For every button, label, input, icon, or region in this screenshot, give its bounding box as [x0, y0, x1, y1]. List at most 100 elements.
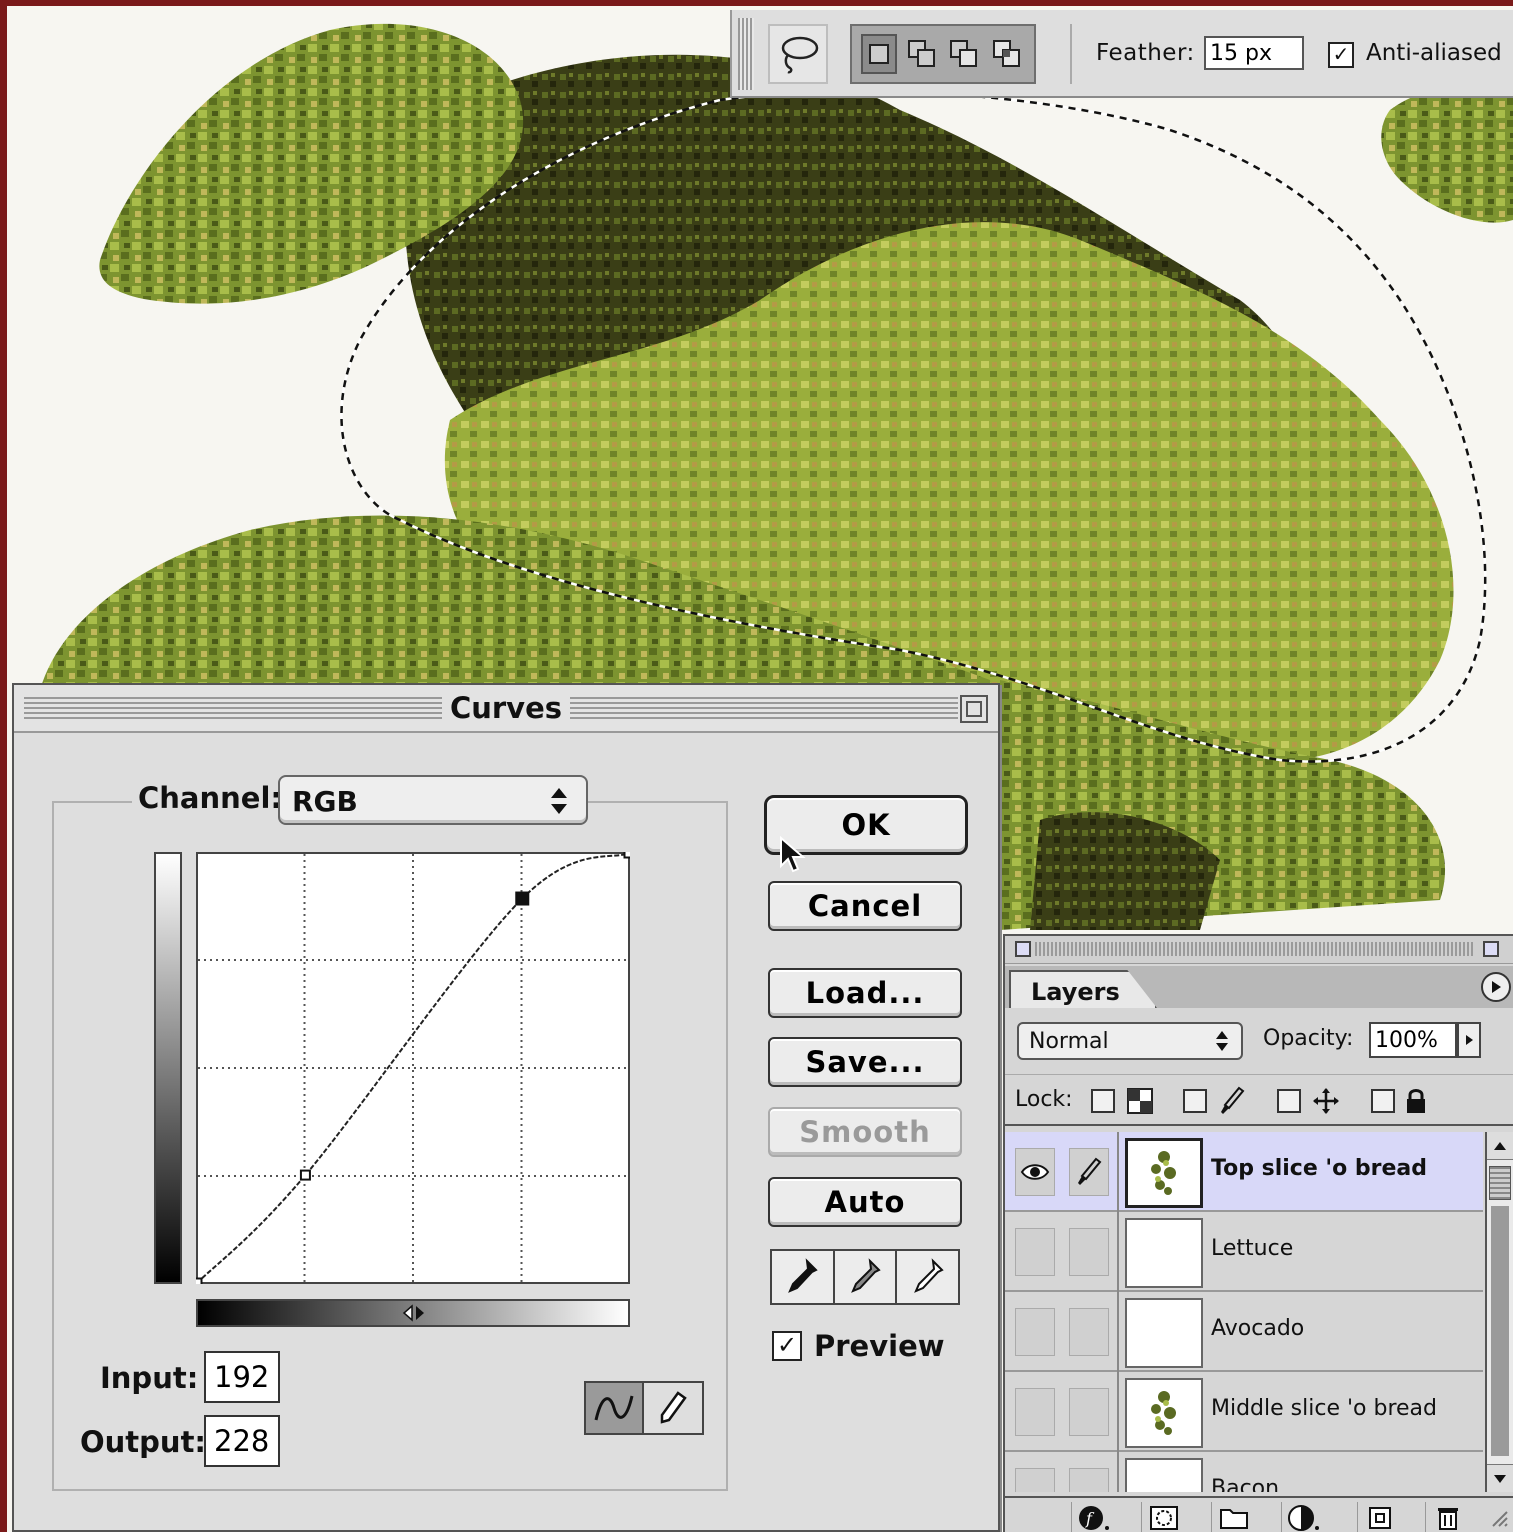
layer-visibility-toggle[interactable] — [1015, 1148, 1055, 1196]
output-value-field[interactable] — [204, 1415, 280, 1467]
new-selection-icon — [869, 44, 890, 64]
layer-visibility-toggle[interactable] — [1015, 1228, 1055, 1276]
layer-name: Top slice 'o bread — [1211, 1156, 1428, 1181]
left-right-arrows-icon — [402, 1304, 424, 1322]
layer-thumbnail[interactable] — [1125, 1218, 1203, 1288]
new-adjustment-layer-button[interactable] — [1281, 1502, 1325, 1532]
load-button[interactable]: Load... — [768, 968, 962, 1018]
opacity-slider-button[interactable] — [1457, 1022, 1481, 1058]
add-mask-button[interactable] — [1141, 1502, 1185, 1532]
intersect-selection-button[interactable] — [989, 34, 1025, 74]
up-arrow-icon — [1494, 1141, 1506, 1150]
layer-visibility-toggle[interactable] — [1015, 1388, 1055, 1436]
curve-control-point[interactable] — [515, 891, 530, 906]
down-arrow-icon — [1494, 1474, 1506, 1483]
layers-palette: Layers Normal Opacity: Lock: Top slice '… — [1003, 934, 1513, 1532]
layer-thumbnail[interactable] — [1125, 1298, 1203, 1368]
play-arrow-icon — [1466, 1035, 1473, 1045]
layers-palette-dragbar[interactable] — [1005, 936, 1513, 964]
antialiased-checkbox[interactable]: ✓ — [1328, 42, 1354, 68]
brush-icon — [1217, 1085, 1247, 1117]
curves-titlebar[interactable]: Curves — [14, 685, 998, 733]
zoom-box-icon[interactable] — [960, 695, 988, 723]
layer-thumbnail[interactable] — [1125, 1458, 1203, 1492]
auto-button[interactable]: Auto — [768, 1177, 962, 1227]
layer-link-toggle[interactable] — [1069, 1308, 1109, 1356]
new-layer-button[interactable] — [1357, 1502, 1401, 1532]
selection-mode-group — [850, 24, 1036, 84]
pencil-tool-button[interactable] — [644, 1383, 702, 1433]
output-gradient-ramp — [154, 852, 182, 1284]
layer-link-toggle[interactable] — [1069, 1228, 1109, 1276]
options-bar-grip[interactable] — [738, 18, 754, 90]
palette-menu-button[interactable] — [1481, 972, 1511, 1002]
layer-name: Lettuce — [1211, 1236, 1294, 1261]
add-to-selection-button[interactable] — [904, 34, 940, 74]
tool-options-bar: Feather: ✓ Anti-aliased — [730, 10, 1513, 98]
curve-control-point[interactable] — [299, 1169, 311, 1181]
layer-thumbnail[interactable] — [1125, 1138, 1203, 1208]
layer-row[interactable]: Avocado — [1005, 1292, 1483, 1372]
curve-point-tool-button[interactable] — [586, 1383, 644, 1433]
scroll-track[interactable] — [1491, 1206, 1509, 1456]
gray-point-eyedropper[interactable] — [834, 1251, 898, 1303]
curve-graph[interactable] — [196, 852, 630, 1284]
palette-collapse-icon[interactable] — [1483, 941, 1499, 957]
layer-row[interactable]: Lettuce — [1005, 1212, 1483, 1292]
curve-control-point[interactable] — [623, 852, 631, 859]
scroll-down-button[interactable] — [1487, 1464, 1513, 1492]
input-value-field[interactable] — [204, 1351, 280, 1403]
resize-grip-icon[interactable] — [1477, 1502, 1513, 1532]
blend-mode-select[interactable]: Normal — [1017, 1022, 1243, 1060]
channel-select[interactable]: RGB — [278, 775, 588, 825]
add-layer-style-button[interactable]: f — [1071, 1502, 1115, 1532]
layers-scrollbar[interactable] — [1485, 1132, 1513, 1492]
white-point-eyedropper[interactable] — [897, 1251, 959, 1303]
antialiased-label: Anti-aliased — [1366, 40, 1502, 66]
layer-row[interactable]: Middle slice 'o bread — [1005, 1372, 1483, 1452]
layer-mask-icon — [1149, 1506, 1178, 1530]
lock-all-checkbox[interactable] — [1371, 1089, 1395, 1113]
layer-link-toggle[interactable] — [1069, 1388, 1109, 1436]
delete-layer-button[interactable] — [1425, 1502, 1469, 1532]
lock-transparency-checkbox[interactable] — [1091, 1089, 1115, 1113]
move-arrows-icon — [1311, 1085, 1341, 1117]
layer-row[interactable]: Bacon — [1005, 1452, 1483, 1492]
scroll-up-button[interactable] — [1487, 1132, 1513, 1160]
smooth-button[interactable]: Smooth — [768, 1107, 962, 1157]
new-layer-icon — [1368, 1507, 1391, 1529]
save-button[interactable]: Save... — [768, 1037, 962, 1087]
subtract-from-selection-button[interactable] — [946, 34, 982, 74]
layer-thumbnail[interactable] — [1125, 1378, 1203, 1448]
preview-label: Preview — [814, 1329, 945, 1363]
feather-input[interactable] — [1204, 36, 1304, 70]
layer-row[interactable]: Top slice 'o bread — [1005, 1132, 1483, 1212]
trash-icon — [1437, 1508, 1458, 1530]
scroll-thumb[interactable] — [1489, 1166, 1511, 1200]
curve-tool-toggle — [584, 1381, 704, 1435]
curves-title: Curves — [441, 691, 571, 725]
layer-link-toggle[interactable] — [1069, 1468, 1109, 1492]
black-point-eyedropper[interactable] — [772, 1251, 835, 1303]
opacity-label: Opacity: — [1263, 1026, 1354, 1051]
gradient-toggle-button[interactable] — [396, 1299, 432, 1327]
channel-label: Channel: — [132, 781, 288, 815]
lock-image-checkbox[interactable] — [1183, 1089, 1207, 1113]
layer-visibility-toggle[interactable] — [1015, 1468, 1055, 1492]
new-selection-button[interactable] — [861, 34, 898, 74]
brush-icon — [1078, 1157, 1102, 1185]
curve-control-point[interactable] — [196, 1277, 203, 1285]
tab-layers[interactable]: Layers — [1009, 970, 1157, 1008]
opacity-field[interactable] — [1369, 1022, 1457, 1058]
layer-visibility-toggle[interactable] — [1015, 1308, 1055, 1356]
lasso-icon — [781, 36, 819, 74]
lasso-tool-button[interactable] — [768, 24, 828, 84]
options-separator — [1070, 24, 1072, 84]
lock-position-checkbox[interactable] — [1277, 1089, 1301, 1113]
preview-checkbox[interactable]: ✓ — [772, 1331, 802, 1361]
layer-link-toggle[interactable] — [1069, 1148, 1109, 1196]
eyedropper-white-icon — [913, 1258, 944, 1293]
new-layer-set-button[interactable] — [1211, 1502, 1255, 1532]
palette-close-icon[interactable] — [1015, 941, 1031, 957]
cancel-button[interactable]: Cancel — [768, 881, 962, 931]
